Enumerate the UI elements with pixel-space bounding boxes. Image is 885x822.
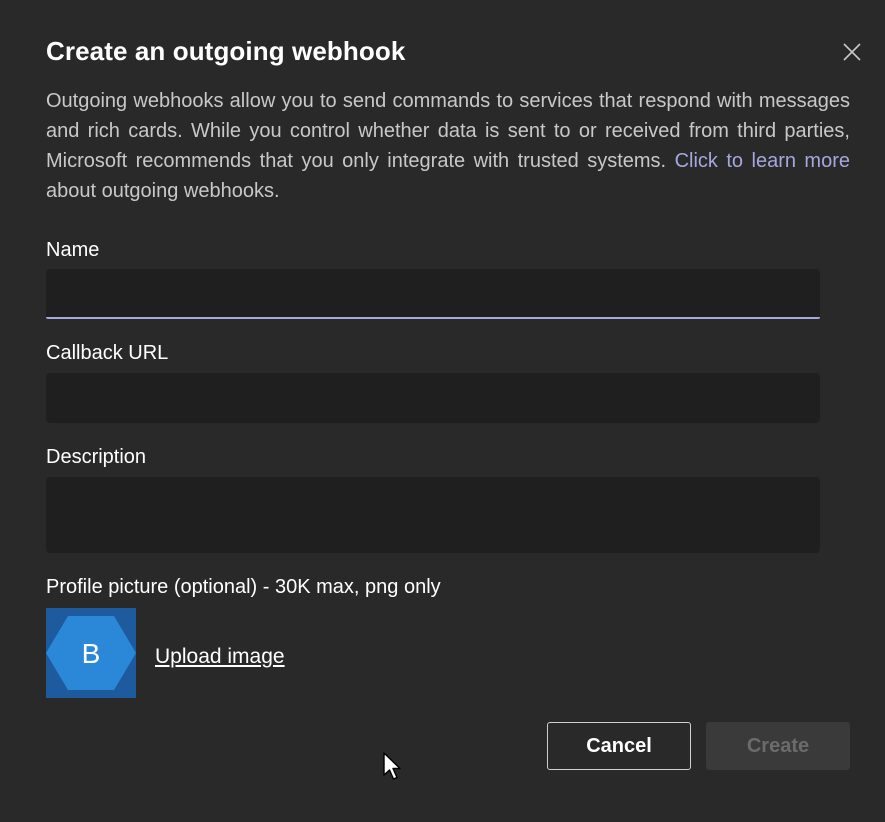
description-textarea[interactable] [46, 477, 820, 553]
description-label: Description [46, 446, 147, 468]
learn-more-link[interactable]: Click to learn more [675, 150, 850, 172]
avatar-letter: B [82, 638, 101, 669]
webhook-dialog: Create an outgoing webhook Outgoing webh… [0, 0, 885, 822]
profile-picture-label: Profile picture (optional) - 30K max, pn… [46, 576, 441, 598]
callback-url-input[interactable] [46, 373, 820, 423]
description-suffix: about outgoing webhooks. [46, 180, 280, 202]
upload-image-link[interactable]: Upload image [155, 645, 285, 669]
close-icon[interactable] [838, 38, 866, 66]
avatar: B [46, 608, 136, 698]
mouse-pointer-icon [383, 752, 403, 782]
dialog-description: Outgoing webhooks allow you to send comm… [46, 86, 850, 206]
hexagon-avatar-icon: B [46, 616, 136, 690]
callback-url-label: Callback URL [46, 342, 169, 364]
cancel-button[interactable]: Cancel [547, 722, 691, 770]
name-label: Name [46, 239, 100, 261]
dialog-title: Create an outgoing webhook [46, 36, 406, 66]
name-input[interactable] [46, 269, 820, 319]
create-button[interactable]: Create [706, 722, 850, 770]
